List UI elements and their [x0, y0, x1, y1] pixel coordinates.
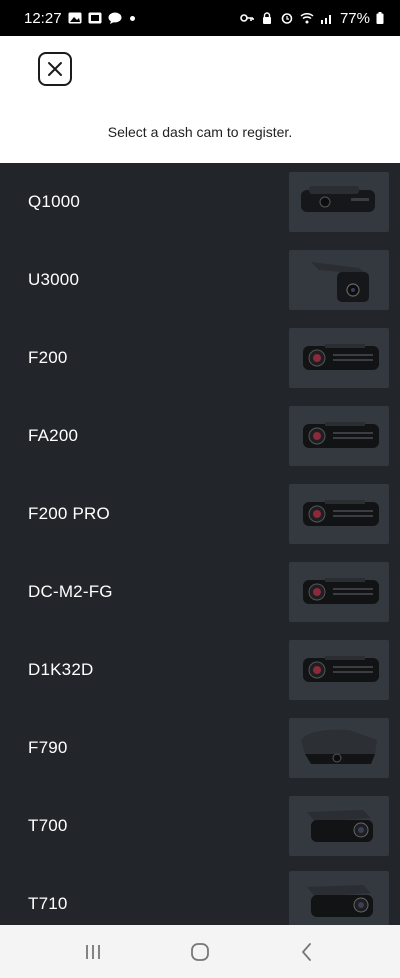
f790-dashcam-image — [289, 718, 389, 778]
dash-cam-item-q1000[interactable]: Q1000 — [0, 163, 400, 241]
dash-cam-name: T710 — [28, 894, 68, 913]
dash-cam-name: Q1000 — [28, 192, 81, 211]
t710-dashcam-image — [289, 871, 389, 925]
notification-dot-icon — [129, 15, 135, 21]
header: Select a dash cam to register. — [0, 36, 400, 163]
dash-cam-item-d1k32d[interactable]: D1K32D — [0, 631, 400, 709]
dash-cam-name: DC-M2-FG — [28, 582, 113, 601]
home-button[interactable] — [180, 932, 220, 972]
back-button[interactable] — [287, 932, 327, 972]
key-icon — [240, 12, 254, 24]
dash-cam-name: F200 — [28, 348, 68, 367]
home-icon — [191, 942, 209, 961]
alarm-icon — [280, 12, 294, 24]
dash-cam-item-f200[interactable]: F200 — [0, 319, 400, 397]
status-bar: 12:27 77% — [0, 0, 400, 36]
chat-icon — [108, 12, 122, 24]
dash-cam-item-f790[interactable]: F790 — [0, 709, 400, 787]
dash-cam-name: D1K32D — [28, 660, 94, 679]
dash-cam-name: T700 — [28, 816, 68, 835]
dash-cam-item-fa200[interactable]: FA200 — [0, 397, 400, 475]
navigation-bar — [0, 925, 400, 978]
close-icon — [48, 62, 62, 76]
dcm2fg-dashcam-image — [289, 562, 389, 622]
dash-cam-item-t700[interactable]: T700 — [0, 787, 400, 865]
lock-icon — [260, 12, 274, 24]
u3000-dashcam-image — [289, 250, 389, 310]
dash-cam-name: U3000 — [28, 270, 80, 289]
dash-cam-item-dc-m2-fg[interactable]: DC-M2-FG — [0, 553, 400, 631]
dash-cam-name: FA200 — [28, 426, 79, 445]
t700-dashcam-image — [289, 796, 389, 856]
dash-cam-item-t710[interactable]: T710 — [0, 865, 400, 925]
wifi-icon — [300, 12, 314, 24]
dash-cam-list[interactable]: Q1000 U3000 F200 FA200 F200 PRO DC-M2-FG — [0, 163, 400, 925]
image-icon — [68, 12, 82, 24]
battery-percent: 77% — [339, 9, 370, 27]
status-right: 77% — [240, 10, 384, 27]
instruction-text: Select a dash cam to register. — [107, 124, 293, 140]
back-icon — [301, 942, 311, 961]
status-left: 12:27 — [24, 10, 135, 27]
f200pro-dashcam-image — [289, 484, 389, 544]
fa200-dashcam-image — [289, 406, 389, 466]
dash-cam-item-f200-pro[interactable]: F200 PRO — [0, 475, 400, 553]
sim-icon — [88, 12, 102, 24]
dash-cam-name: F790 — [28, 738, 68, 757]
d1k32d-dashcam-image — [289, 640, 389, 700]
f200-dashcam-image — [289, 328, 389, 388]
dash-cam-item-u3000[interactable]: U3000 — [0, 241, 400, 319]
signal-icon — [320, 12, 334, 24]
recent-apps-button[interactable] — [73, 932, 113, 972]
battery-icon — [376, 12, 384, 24]
recent-apps-icon — [86, 944, 101, 959]
status-time: 12:27 — [24, 9, 62, 27]
q1000-dashcam-image — [289, 172, 389, 232]
close-button[interactable] — [38, 52, 72, 86]
dash-cam-name: F200 PRO — [28, 504, 110, 523]
